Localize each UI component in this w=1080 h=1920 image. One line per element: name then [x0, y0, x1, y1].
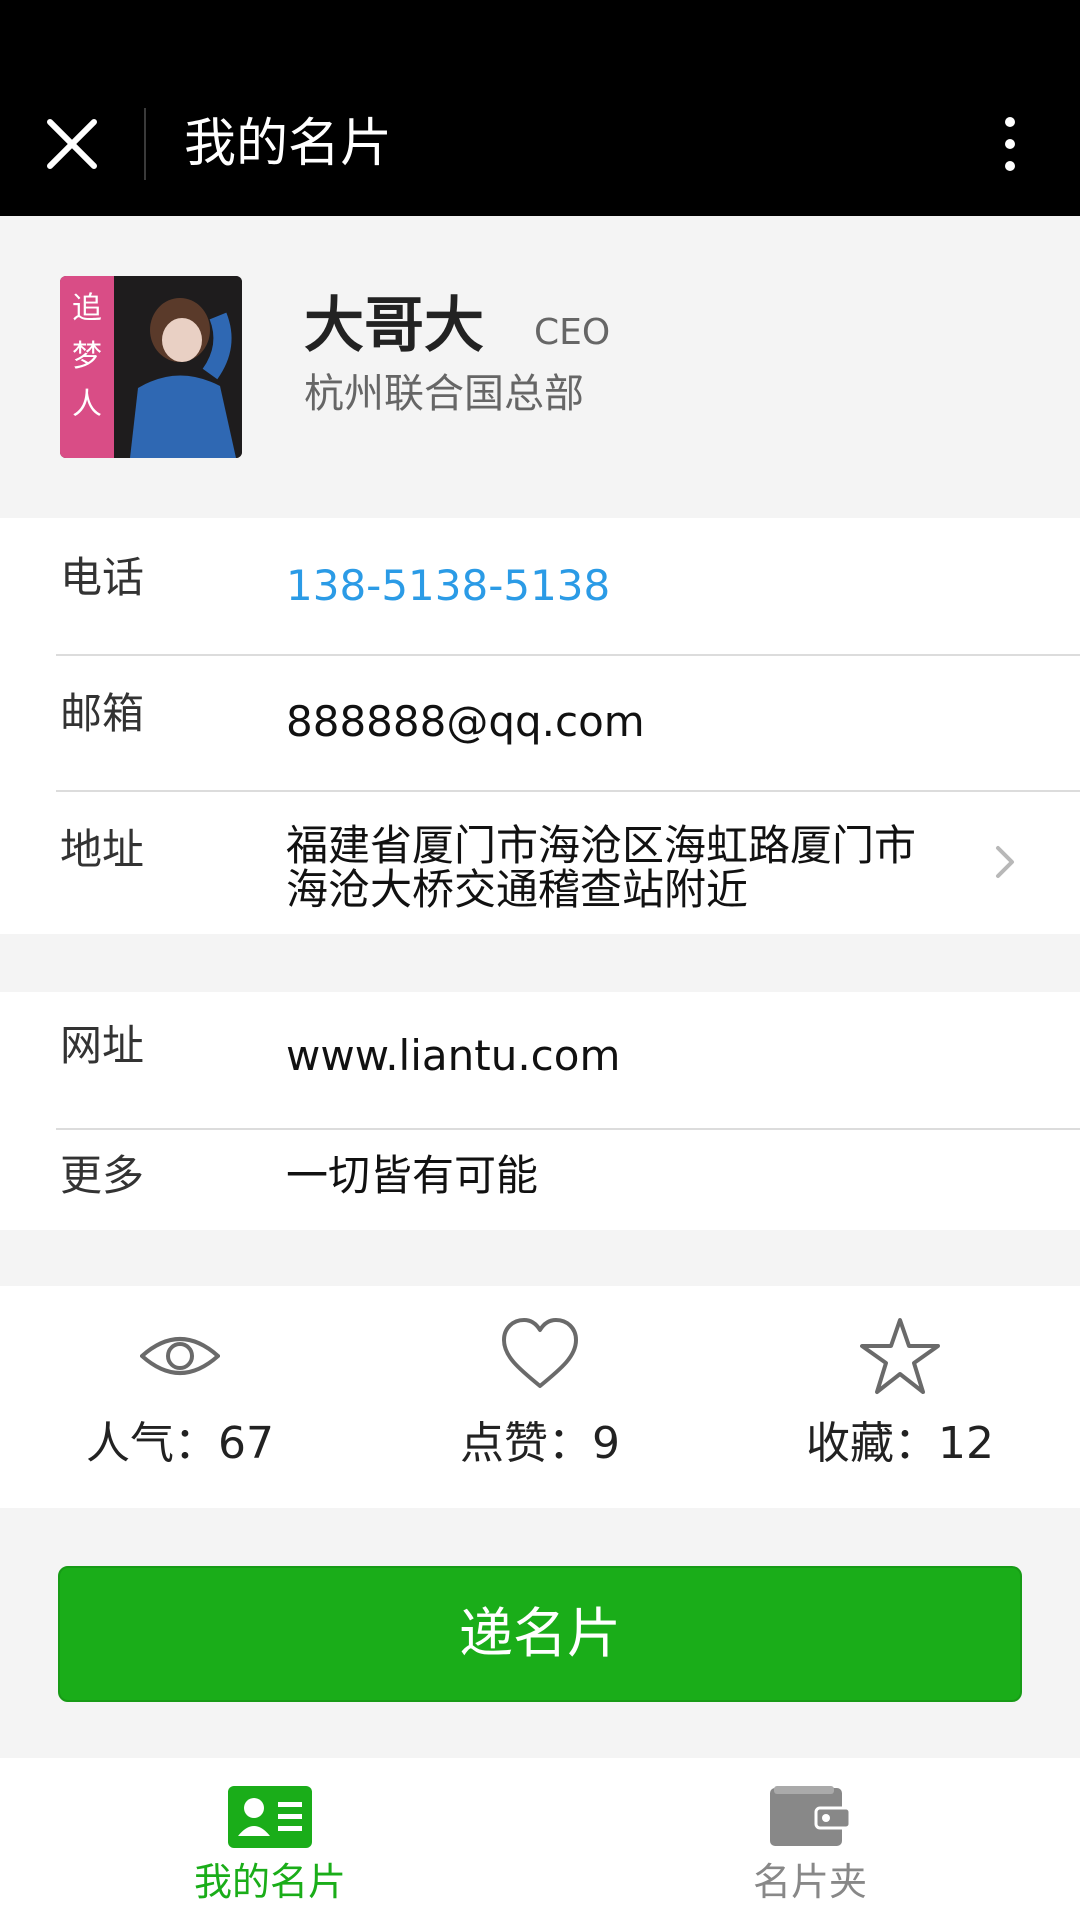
- tab-card-holder[interactable]: 名片夹: [540, 1758, 1080, 1920]
- email-label: 邮箱: [60, 689, 145, 738]
- wallet-icon: [766, 1784, 854, 1850]
- more-row: 更多 一切皆有可能: [0, 1130, 1080, 1230]
- address-label: 地址: [60, 825, 145, 874]
- address-value: 福建省厦门市海沧区海虹路厦门市 海沧大桥交通稽查站附近: [286, 824, 986, 912]
- profile-job-title: CEO: [534, 312, 611, 353]
- eye-icon: [138, 1316, 222, 1396]
- more-value: 一切皆有可能: [286, 1151, 539, 1200]
- website-link[interactable]: www.liantu.com: [286, 1028, 620, 1084]
- stat-likes-label: 点赞：9: [460, 1418, 620, 1469]
- address-line-1: 福建省厦门市海沧区海虹路厦门市: [286, 821, 917, 870]
- top-bar: 我的名片: [0, 0, 1080, 216]
- phone-label: 电话: [60, 553, 145, 602]
- email-row[interactable]: 邮箱 888888@qq.com: [0, 656, 1080, 790]
- star-icon: [860, 1316, 940, 1396]
- page-title: 我的名片: [184, 114, 393, 174]
- profile-company: 杭州联合国总部: [304, 371, 584, 417]
- email-value[interactable]: 888888@qq.com: [286, 694, 645, 750]
- profile-name: 大哥大: [304, 291, 484, 361]
- chevron-right-icon[interactable]: [990, 840, 1020, 884]
- address-row[interactable]: 地址 福建省厦门市海沧区海虹路厦门市 海沧大桥交通稽查站附近: [0, 792, 1080, 934]
- heart-icon: [500, 1316, 580, 1396]
- phone-row[interactable]: 电话 138-5138-5138: [0, 518, 1080, 654]
- stat-favorites-label: 收藏：12: [806, 1418, 994, 1469]
- stats-bar: 人气：67 点赞：9 收藏：12: [0, 1286, 1080, 1508]
- tab-card-holder-label: 名片夹: [752, 1860, 867, 1904]
- website-label: 网址: [60, 1021, 145, 1070]
- extra-info-group: 网址 www.liantu.com 更多 一切皆有可能: [0, 992, 1080, 1230]
- avatar-caption-3: 人: [72, 387, 102, 422]
- card-icon: [226, 1784, 314, 1850]
- address-line-2: 海沧大桥交通稽查站附近: [286, 865, 749, 914]
- share-card-button[interactable]: 递名片: [58, 1566, 1022, 1702]
- bottom-tab-bar: 我的名片 名片夹: [0, 1758, 1080, 1920]
- more-label: 更多: [60, 1151, 145, 1200]
- stat-popularity-label: 人气：67: [86, 1418, 274, 1469]
- profile-header: 追 梦 人 大哥大 CEO 杭州联合国总部: [0, 216, 1080, 518]
- tab-my-card[interactable]: 我的名片: [0, 1758, 540, 1920]
- more-vertical-icon[interactable]: [990, 112, 1030, 176]
- contact-info-group: 电话 138-5138-5138 邮箱 888888@qq.com 地址 福建省…: [0, 518, 1080, 934]
- avatar[interactable]: 追 梦 人: [60, 276, 242, 458]
- avatar-caption-2: 梦: [72, 339, 102, 374]
- avatar-caption-1: 追: [72, 291, 102, 326]
- website-row[interactable]: 网址 www.liantu.com: [0, 992, 1080, 1128]
- tab-my-card-label: 我的名片: [193, 1860, 346, 1904]
- close-icon[interactable]: [40, 112, 104, 176]
- phone-link[interactable]: 138-5138-5138: [286, 558, 610, 614]
- header-divider: [144, 108, 146, 180]
- stat-likes[interactable]: 点赞：9: [410, 1316, 670, 1486]
- stat-popularity[interactable]: 人气：67: [50, 1316, 310, 1486]
- stat-favorites[interactable]: 收藏：12: [770, 1316, 1030, 1486]
